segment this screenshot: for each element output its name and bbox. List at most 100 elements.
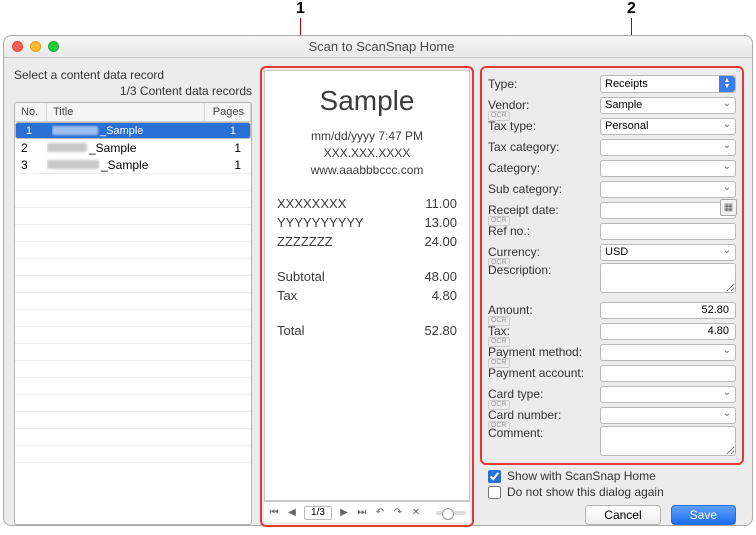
recdate-label: Receipt date:: [488, 203, 600, 217]
col-no[interactable]: No.: [15, 103, 47, 121]
type-label: Type:: [488, 77, 600, 91]
subcat-field[interactable]: [600, 181, 736, 198]
updown-icon: ▲▼: [719, 76, 735, 92]
calendar-icon[interactable]: ▦: [720, 199, 737, 216]
tax-field[interactable]: [600, 323, 736, 340]
paym-label: Payment method:: [488, 345, 600, 359]
amount-label: Amount:: [488, 303, 600, 317]
record-table: No. Title Pages 1 _Sample 1 2 _Sample 1: [14, 102, 252, 525]
cell-pages: 1: [200, 125, 246, 137]
taxcat-field[interactable]: [600, 139, 736, 156]
callout-1: 1: [296, 0, 305, 18]
callout-2-line: [631, 18, 632, 36]
col-pages[interactable]: Pages: [205, 103, 251, 121]
close-icon[interactable]: [12, 41, 23, 52]
receipt-total: Total52.80: [277, 323, 457, 338]
checkbox-icon[interactable]: [488, 470, 501, 483]
category-label: Category:: [488, 161, 600, 175]
cell-pages: 1: [205, 158, 251, 172]
zoom-slider[interactable]: [436, 511, 466, 515]
cell-title: _Sample: [47, 141, 205, 155]
paym-field[interactable]: [600, 344, 736, 361]
comment-label: Comment:: [488, 426, 600, 440]
desc-label: Description:: [488, 263, 600, 277]
metadata-form: Type: Receipts ▲▼ Vendor:⌄ Tax type:⌄ Ta…: [482, 68, 742, 463]
page-input[interactable]: [304, 506, 332, 520]
comment-field[interactable]: [600, 426, 736, 456]
cancel-button[interactable]: Cancel: [585, 505, 660, 525]
receipt-datetime: mm/dd/yyyy 7:47 PM: [277, 129, 457, 143]
table-row[interactable]: 3 _Sample 1: [15, 156, 251, 173]
taxtype-field[interactable]: [600, 118, 736, 135]
cell-pages: 1: [205, 141, 251, 155]
record-list-panel: Select a content data record 1/3 Content…: [14, 68, 252, 525]
window-title: Scan to ScanSnap Home: [59, 39, 704, 54]
preview-toolbar: ⏮ ◀ ▶ ⏭ ↶ ↷ ✕: [264, 501, 470, 523]
rotate-left-icon[interactable]: ↶: [374, 507, 386, 519]
dialog-window: Scan to ScanSnap Home Select a content d…: [3, 35, 753, 526]
vendor-label: Vendor:: [488, 98, 600, 112]
prev-page-icon[interactable]: ◀: [286, 507, 298, 519]
first-page-icon[interactable]: ⏮: [268, 507, 280, 519]
receipt-preview[interactable]: Sample mm/dd/yyyy 7:47 PM XXX.XXX.XXXX w…: [264, 70, 470, 501]
traffic-lights: [12, 41, 59, 52]
receipt-tax: Tax4.80: [277, 288, 457, 303]
cardnum-label: Card number:: [488, 408, 600, 422]
recdate-field[interactable]: [600, 202, 736, 219]
show-with-home-checkbox[interactable]: Show with ScanSnap Home: [488, 469, 736, 483]
maximize-icon[interactable]: [48, 41, 59, 52]
delete-page-icon[interactable]: ✕: [410, 507, 422, 519]
cell-no: 2: [15, 141, 47, 155]
paya-label: Payment account:: [488, 366, 600, 380]
receipt-line: YYYYYYYYYY13.00: [277, 215, 457, 230]
checkbox-icon[interactable]: [488, 486, 501, 499]
category-field[interactable]: [600, 160, 736, 177]
checkbox-label: Show with ScanSnap Home: [507, 469, 656, 483]
vendor-field[interactable]: [600, 97, 736, 114]
next-page-icon[interactable]: ▶: [338, 507, 350, 519]
desc-field[interactable]: [600, 263, 736, 293]
taxtype-label: Tax type:: [488, 119, 600, 133]
cardnum-field[interactable]: [600, 407, 736, 424]
table-header: No. Title Pages: [15, 103, 251, 122]
cell-title: _Sample: [52, 125, 200, 137]
receipt-subtotal: Subtotal48.00: [277, 269, 457, 284]
subcat-label: Sub category:: [488, 182, 600, 196]
last-page-icon[interactable]: ⏭: [356, 507, 368, 519]
table-row[interactable]: 2 _Sample 1: [15, 139, 251, 156]
preview-panel: Sample mm/dd/yyyy 7:47 PM XXX.XXX.XXXX w…: [262, 68, 472, 525]
receipt-content: Sample mm/dd/yyyy 7:47 PM XXX.XXX.XXXX w…: [277, 85, 457, 500]
receipt-site: www.aaabbbccc.com: [277, 163, 457, 177]
refno-label: Ref no.:: [488, 224, 600, 238]
do-not-show-checkbox[interactable]: Do not show this dialog again: [488, 485, 736, 499]
receipt-line: ZZZZZZZ24.00: [277, 234, 457, 249]
tax-label: Tax:: [488, 324, 600, 338]
checkbox-label: Do not show this dialog again: [507, 485, 664, 499]
receipt-line: XXXXXXXX11.00: [277, 196, 457, 211]
cell-title: _Sample: [47, 158, 205, 172]
amount-field[interactable]: [600, 302, 736, 319]
callout-2: 2: [627, 0, 636, 18]
paya-field[interactable]: [600, 365, 736, 382]
save-button[interactable]: Save: [671, 505, 736, 525]
titlebar: Scan to ScanSnap Home: [4, 36, 752, 58]
record-counter: 1/3 Content data records: [14, 84, 252, 98]
currency-label: Currency:: [488, 245, 600, 259]
table-row[interactable]: 1 _Sample 1: [15, 122, 251, 139]
minimize-icon[interactable]: [30, 41, 41, 52]
cell-no: 1: [20, 125, 52, 137]
cardtype-label: Card type:: [488, 387, 600, 401]
cardtype-field[interactable]: [600, 386, 736, 403]
receipt-title: Sample: [277, 85, 457, 117]
cell-no: 3: [15, 158, 47, 172]
refno-field[interactable]: [600, 223, 736, 240]
record-list-heading: Select a content data record: [14, 68, 252, 82]
type-select[interactable]: Receipts ▲▼: [600, 75, 736, 93]
callout-1-line: [300, 18, 301, 36]
taxcat-label: Tax category:: [488, 140, 600, 154]
rotate-right-icon[interactable]: ↷: [392, 507, 404, 519]
col-title[interactable]: Title: [47, 103, 205, 121]
metadata-panel: Type: Receipts ▲▼ Vendor:⌄ Tax type:⌄ Ta…: [482, 68, 742, 525]
currency-field[interactable]: [600, 244, 736, 261]
dialog-footer: Show with ScanSnap Home Do not show this…: [482, 463, 742, 535]
